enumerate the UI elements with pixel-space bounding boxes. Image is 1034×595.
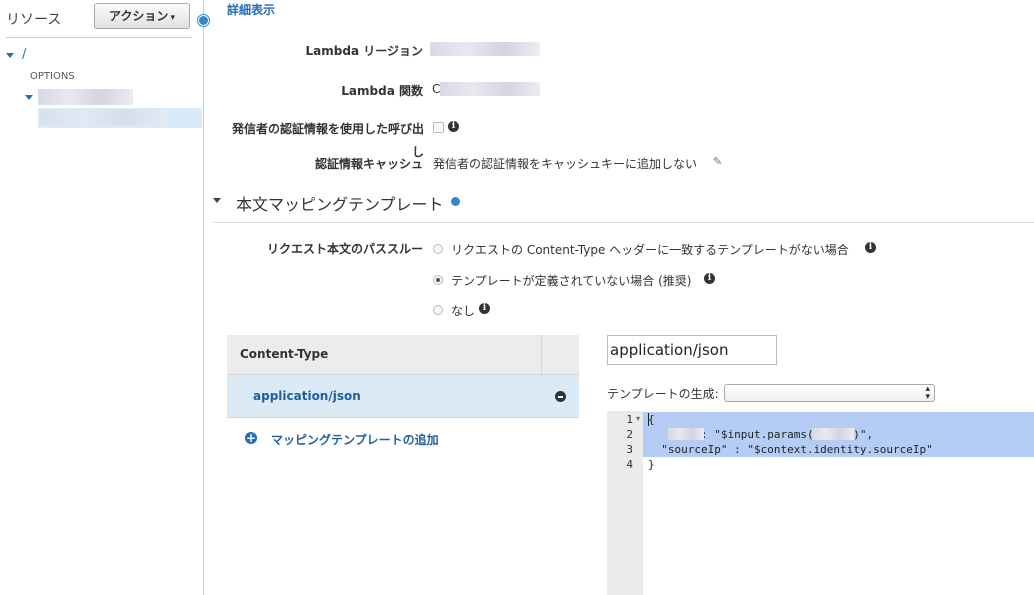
redacted-resource-name[interactable] bbox=[38, 89, 133, 105]
select-arrows-icon: ▴ ▾ bbox=[925, 384, 930, 402]
remove-minus-icon[interactable] bbox=[555, 391, 566, 402]
info-icon[interactable]: i bbox=[448, 121, 459, 132]
caller-credentials-label: 発信者の認証情報を使用した呼び出 bbox=[231, 122, 424, 136]
line-number: 2 bbox=[626, 428, 633, 441]
redacted-code-key bbox=[668, 428, 704, 440]
add-plus-icon[interactable]: + bbox=[245, 432, 257, 444]
passthrough-label: リクエスト本文のパススルー bbox=[266, 242, 423, 256]
line-number: 3 bbox=[626, 443, 633, 456]
passthrough-option-label[interactable]: リクエストの Content-Type ヘッダーに一致するテンプレートがない場合 bbox=[451, 241, 849, 258]
header-column-divider bbox=[541, 335, 542, 374]
mapping-templates-title[interactable]: 本文マッピングテンプレート bbox=[236, 191, 444, 215]
lambda-function-label: Lambda 関数 bbox=[341, 84, 423, 98]
lambda-region-label: Lambda リージョン bbox=[305, 44, 423, 58]
options-method[interactable]: OPTIONS bbox=[30, 71, 75, 82]
edit-pencil-icon[interactable]: ✎ bbox=[713, 155, 722, 168]
passthrough-radio-when-no-templates[interactable] bbox=[433, 275, 443, 285]
expand-triangle-icon[interactable] bbox=[25, 95, 33, 100]
line-number: 1 bbox=[626, 413, 633, 426]
add-mapping-template-link[interactable]: マッピングテンプレートの追加 bbox=[271, 431, 439, 448]
collapse-triangle-icon[interactable] bbox=[213, 198, 221, 203]
sidebar-resize-handle[interactable] bbox=[198, 15, 209, 26]
section-divider bbox=[213, 222, 1034, 223]
content-type-row-label[interactable]: application/json bbox=[253, 389, 361, 403]
code-line[interactable]: } bbox=[648, 458, 655, 471]
passthrough-option-label[interactable]: テンプレートが定義されていない場合 (推奨) bbox=[451, 272, 691, 289]
content-type-header-label: Content-Type bbox=[240, 347, 329, 361]
text-cursor bbox=[648, 413, 649, 426]
generate-template-select[interactable]: ▴ ▾ bbox=[724, 384, 935, 402]
actions-button-label: アクション bbox=[109, 9, 169, 23]
code-line[interactable]: "sourceIp" : "$context.identity.sourceIp… bbox=[648, 443, 933, 456]
line-number: 4 bbox=[626, 458, 633, 471]
caller-credentials-checkbox[interactable] bbox=[433, 122, 444, 133]
redacted-code-param bbox=[812, 428, 854, 440]
resource-root-path[interactable]: / bbox=[22, 47, 26, 62]
info-icon[interactable]: i bbox=[479, 303, 490, 314]
info-icon[interactable]: i bbox=[865, 242, 876, 253]
content-type-input[interactable] bbox=[607, 335, 777, 365]
show-details-link[interactable]: 詳細表示 bbox=[227, 1, 275, 18]
section-status-dot bbox=[451, 197, 460, 206]
passthrough-radio-when-no-match[interactable] bbox=[433, 244, 443, 254]
passthrough-option-label[interactable]: なし bbox=[451, 302, 475, 319]
redacted-lambda-region bbox=[430, 42, 540, 56]
info-icon[interactable]: i bbox=[704, 273, 715, 284]
redacted-lambda-function bbox=[440, 82, 540, 96]
expand-triangle-icon[interactable] bbox=[6, 53, 14, 58]
credentials-cache-value: 発信者の認証情報をキャッシュキーに追加しない bbox=[433, 157, 698, 171]
actions-button[interactable]: アクション ▾ bbox=[94, 3, 190, 29]
passthrough-radio-never[interactable] bbox=[433, 305, 443, 315]
resources-title: リソース bbox=[6, 12, 62, 28]
generate-template-label: テンプレートの生成: bbox=[607, 387, 719, 401]
credentials-cache-label: 認証情報キャッシュ bbox=[314, 157, 423, 171]
sidebar-divider bbox=[6, 37, 192, 38]
chevron-down-icon: ▾ bbox=[170, 13, 175, 23]
fold-arrow-icon[interactable]: ▾ bbox=[636, 414, 640, 423]
redacted-method-name bbox=[40, 109, 168, 125]
